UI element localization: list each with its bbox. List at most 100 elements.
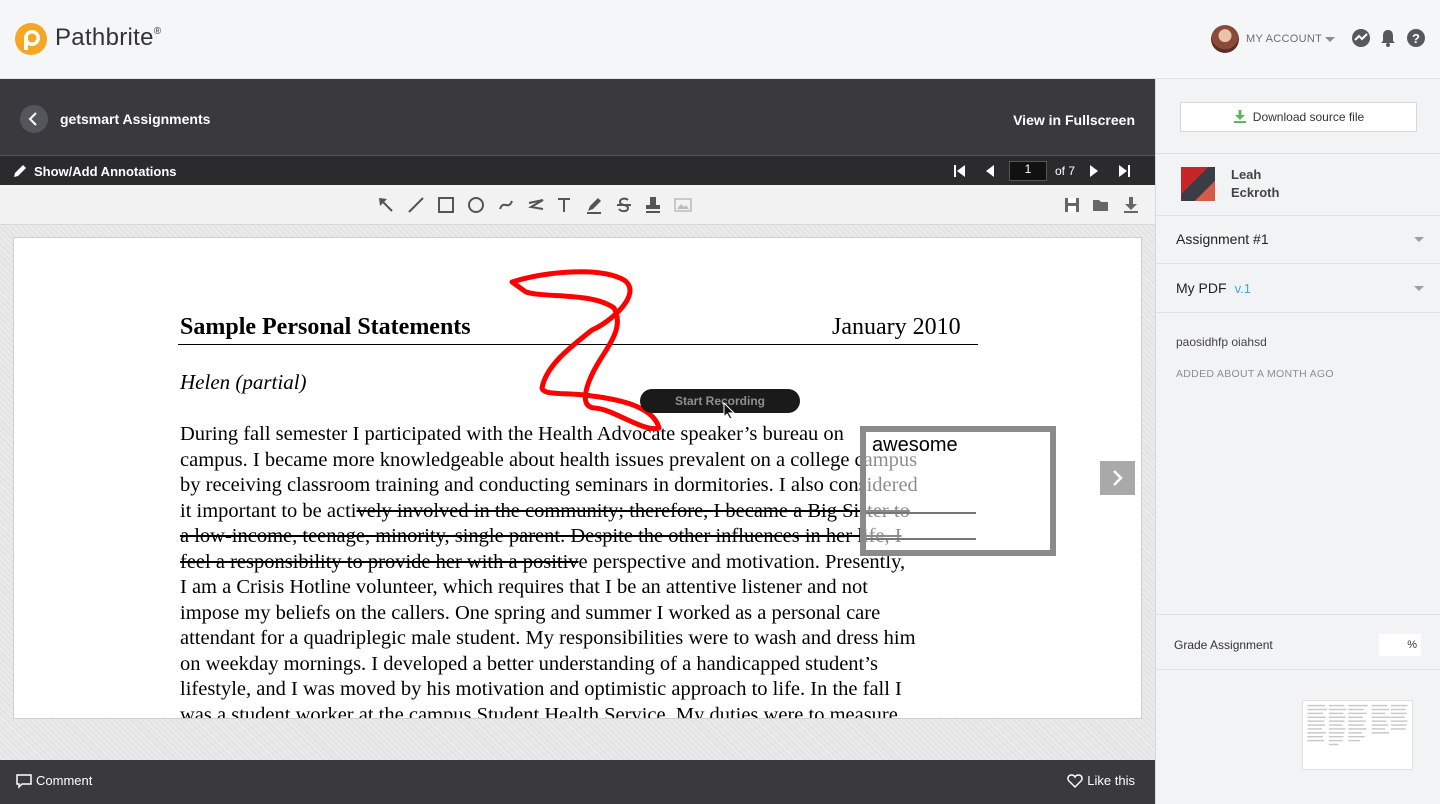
divider xyxy=(1156,153,1440,154)
top-bar: Pathbrite® MY ACCOUNT ? xyxy=(0,0,1440,79)
arrow-tool-icon[interactable] xyxy=(376,195,396,215)
right-sidebar: Download source file Leah Eckroth Assign… xyxy=(1155,79,1440,804)
user-first-name[interactable]: Leah xyxy=(1231,167,1261,182)
help-icon[interactable]: ? xyxy=(1406,28,1426,48)
line-text: lifestyle, and I was moved by his motiva… xyxy=(180,678,902,700)
polyline-tool-icon[interactable] xyxy=(526,195,546,215)
divider xyxy=(1156,614,1440,615)
mouse-cursor-icon xyxy=(723,402,735,420)
activity-icon[interactable] xyxy=(1351,28,1371,48)
line-text: e perspective and motivation. Presently, xyxy=(578,550,906,573)
line-text: attendant for a quadriplegic male studen… xyxy=(180,627,916,649)
item-description: paosidhfp oiahsd xyxy=(1176,335,1267,349)
viewer-footer: Comment Like this xyxy=(0,760,1155,804)
last-page-icon xyxy=(1119,165,1130,177)
document-date: January 2010 xyxy=(832,314,961,340)
download-source-button[interactable]: Download source file xyxy=(1180,102,1417,132)
chevron-down-icon[interactable] xyxy=(1414,237,1424,242)
document-line: I am a Crisis Hotline volunteer, which r… xyxy=(180,575,980,601)
divider xyxy=(1156,669,1440,670)
next-page-button[interactable] xyxy=(1083,160,1105,182)
prev-page-icon xyxy=(985,165,994,177)
avatar[interactable] xyxy=(1211,25,1239,53)
assignment-select[interactable]: Assignment #1 xyxy=(1176,231,1269,247)
first-page-button[interactable] xyxy=(949,160,971,182)
text-tool-icon[interactable] xyxy=(554,195,574,215)
page-navigator: 1 of 7 xyxy=(945,160,1139,182)
grade-input[interactable]: % xyxy=(1379,634,1421,656)
line-text: campus. I became more knowledgeable abou… xyxy=(180,448,918,471)
line-text: it important to be acti xyxy=(180,499,357,522)
my-account-menu[interactable]: MY ACCOUNT xyxy=(1246,33,1322,45)
pathbrite-logo-icon[interactable] xyxy=(14,22,48,56)
text-note-annotation[interactable]: awesome xyxy=(860,426,1056,556)
divider xyxy=(1156,215,1440,216)
rectangle-tool-icon[interactable] xyxy=(436,195,456,215)
divider xyxy=(1156,263,1440,264)
annotation-bar: Show/Add Annotations 1 of 7 xyxy=(0,155,1155,185)
show-add-annotations-button[interactable]: Show/Add Annotations xyxy=(34,164,177,179)
last-page-button[interactable] xyxy=(1113,160,1135,182)
struck-text: feel a responsibility to provide her wit… xyxy=(180,550,579,573)
struck-text: vely involved in the community; therefor… xyxy=(356,499,910,522)
like-button[interactable]: Like this xyxy=(1087,773,1135,788)
page-thumbnail[interactable] xyxy=(1302,700,1413,770)
ellipse-tool-icon[interactable] xyxy=(466,195,486,215)
line-text: impose my beliefs on the callers. One sp… xyxy=(180,601,881,624)
note-strike-line xyxy=(866,512,976,514)
document-line: impose my beliefs on the callers. One sp… xyxy=(180,601,980,627)
user-avatar[interactable] xyxy=(1181,167,1215,201)
heart-icon[interactable] xyxy=(1067,773,1083,789)
document-line: lifestyle, and I was moved by his motiva… xyxy=(180,677,980,703)
download-icon[interactable] xyxy=(1121,195,1141,215)
freehand-tool-icon[interactable] xyxy=(496,195,516,215)
download-label: Download source file xyxy=(1252,110,1365,124)
view-fullscreen-link[interactable]: View in Fullscreen xyxy=(1013,112,1135,128)
pdf-version-select[interactable]: My PDF v.1 xyxy=(1176,280,1251,296)
page-number-input[interactable]: 1 xyxy=(1008,161,1047,181)
divider xyxy=(1156,312,1440,313)
comment-button[interactable]: Comment xyxy=(36,773,92,788)
document-viewer: getsmart Assignments View in Fullscreen … xyxy=(0,79,1155,804)
pencil-icon[interactable] xyxy=(12,163,28,179)
stamp-tool-icon[interactable] xyxy=(643,195,663,215)
open-folder-icon[interactable] xyxy=(1091,195,1111,215)
save-icon[interactable] xyxy=(1062,195,1082,215)
highlight-tool-icon[interactable] xyxy=(584,195,604,215)
download-arrow-icon xyxy=(1233,110,1246,123)
freehand-annotation[interactable] xyxy=(504,268,664,438)
document-area: Sample Personal Statements January 2010 … xyxy=(0,225,1155,760)
back-button[interactable] xyxy=(20,105,48,133)
note-text[interactable]: awesome xyxy=(872,434,958,457)
svg-text:?: ? xyxy=(1412,31,1420,46)
user-last-name[interactable]: Eckroth xyxy=(1231,185,1279,200)
added-timestamp: ADDED ABOUT A MONTH AGO xyxy=(1176,368,1334,380)
document-author: Helen (partial) xyxy=(180,370,307,394)
brand-name[interactable]: Pathbrite® xyxy=(55,24,161,52)
first-page-icon xyxy=(953,165,965,177)
next-document-button[interactable] xyxy=(1100,461,1135,495)
comment-icon[interactable] xyxy=(16,773,32,789)
bell-icon[interactable] xyxy=(1378,28,1398,48)
viewer-title: getsmart Assignments xyxy=(60,111,211,127)
line-tool-icon[interactable] xyxy=(406,195,426,215)
annotation-toolbar xyxy=(0,185,1155,225)
version-badge: v.1 xyxy=(1234,281,1251,296)
note-strike-line xyxy=(866,538,976,540)
document-title: Sample Personal Statements xyxy=(180,314,471,340)
document-line: was a student worker at the campus Stude… xyxy=(180,703,980,719)
line-text: by receiving classroom training and cond… xyxy=(180,474,918,496)
line-text: was a student worker at the campus Stude… xyxy=(180,703,898,719)
start-recording-button[interactable]: Start Recording xyxy=(640,389,800,413)
prev-page-button[interactable] xyxy=(979,160,1001,182)
chevron-down-icon[interactable] xyxy=(1414,286,1424,291)
image-tool-icon[interactable] xyxy=(673,195,693,215)
chevron-down-icon[interactable] xyxy=(1325,37,1335,42)
pdf-label: My PDF xyxy=(1176,280,1227,296)
document-page[interactable]: Sample Personal Statements January 2010 … xyxy=(13,237,1142,719)
chevron-left-icon xyxy=(28,112,37,126)
strikeout-tool-icon[interactable] xyxy=(614,195,634,215)
document-line: on weekday mornings. I developed a bette… xyxy=(180,652,980,678)
line-text: on weekday mornings. I developed a bette… xyxy=(180,652,878,675)
document-line: attendant for a quadriplegic male studen… xyxy=(180,626,980,652)
